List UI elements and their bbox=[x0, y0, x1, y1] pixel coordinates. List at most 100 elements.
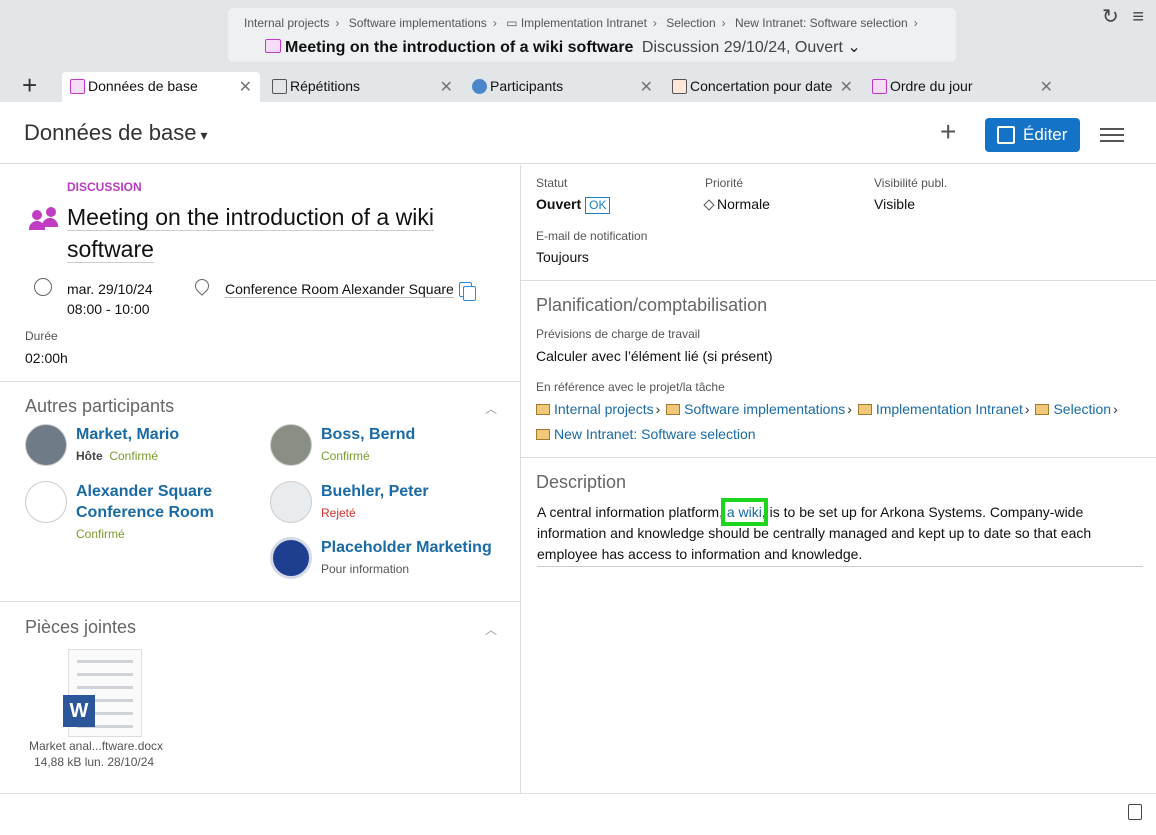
reference-link[interactable]: Internal projects bbox=[554, 401, 654, 417]
avatar bbox=[25, 424, 67, 466]
edit-button-label: Éditer bbox=[1023, 125, 1068, 144]
breadcrumb-item[interactable]: Software implementations bbox=[349, 16, 487, 30]
priority-icon bbox=[703, 199, 715, 211]
workload-label: Prévisions de charge de travail bbox=[536, 327, 701, 341]
close-icon[interactable]: ✕ bbox=[239, 77, 252, 97]
details-section: DISCUSSION Meeting on the introduction o… bbox=[0, 165, 520, 382]
top-bar: Internal projects › Software implementati… bbox=[0, 0, 1156, 70]
edit-button[interactable]: Éditer bbox=[985, 118, 1080, 152]
participant-status: Rejeté bbox=[321, 506, 356, 520]
participant-status: Pour information bbox=[321, 562, 410, 576]
reference-link[interactable]: New Intranet: Software selection bbox=[554, 426, 756, 442]
copy-icon[interactable] bbox=[459, 282, 476, 301]
tab-repetitions[interactable]: Répétitions ✕ bbox=[264, 72, 461, 102]
email-value: Toujours bbox=[536, 249, 589, 265]
folder-icon bbox=[857, 404, 872, 415]
status-section: Statut Ouvert OK Priorité Normale Visibil… bbox=[521, 165, 1156, 281]
priority-label: Priorité bbox=[705, 176, 744, 190]
participant-status: Hôte Confirmé bbox=[76, 449, 159, 463]
participant-name[interactable]: Boss, Bernd bbox=[321, 424, 415, 445]
participants-title: Autres participants bbox=[25, 396, 175, 416]
tab-label: Ordre du jour bbox=[890, 78, 973, 94]
project-icon bbox=[666, 404, 681, 415]
date-value: mar. 29/10/24 bbox=[67, 281, 153, 297]
menu-icon[interactable]: ≡ bbox=[1132, 6, 1144, 28]
tab-label: Données de base bbox=[88, 78, 198, 94]
status-badge: OK bbox=[585, 197, 611, 214]
project-icon bbox=[536, 404, 550, 415]
participant-name[interactable]: Placeholder Marketing bbox=[321, 537, 492, 558]
location-value[interactable]: Conference Room Alexander Square bbox=[225, 281, 454, 298]
avatar bbox=[270, 537, 312, 579]
tab-participants[interactable]: Participants ✕ bbox=[464, 72, 661, 102]
exit-icon[interactable] bbox=[1128, 804, 1142, 820]
breadcrumb-item[interactable]: Selection bbox=[666, 16, 715, 30]
breadcrumb: Internal projects › Software implementati… bbox=[244, 16, 918, 30]
wiki-link[interactable]: a wiki bbox=[720, 498, 768, 526]
breadcrumb-item[interactable]: New Intranet: Software selection bbox=[735, 16, 908, 30]
close-icon[interactable]: ✕ bbox=[840, 77, 853, 97]
workload-value: Calculer avec l’élément lié (si présent) bbox=[536, 348, 773, 364]
participants-icon bbox=[472, 79, 487, 94]
tab-ordre-du-jour[interactable]: Ordre du jour ✕ bbox=[864, 72, 1061, 102]
close-icon[interactable]: ✕ bbox=[640, 77, 653, 97]
time-value: 08:00 - 10:00 bbox=[67, 301, 150, 317]
tab-label: Répétitions bbox=[290, 78, 361, 94]
reference-link[interactable]: Selection bbox=[1053, 401, 1111, 417]
settings-icon[interactable] bbox=[1100, 124, 1124, 146]
visibility-value: Visible bbox=[874, 196, 915, 212]
participant-status: Confirmé bbox=[76, 527, 125, 541]
add-tab-button[interactable]: + bbox=[22, 72, 37, 98]
close-icon[interactable]: ✕ bbox=[1040, 77, 1053, 97]
tab-label: Participants bbox=[490, 78, 564, 94]
folder-icon: ▭ bbox=[506, 16, 521, 30]
participant-name[interactable]: Alexander Square Conference Room bbox=[76, 481, 226, 523]
location-pin-icon bbox=[192, 276, 212, 296]
participant-name[interactable]: Market, Mario bbox=[76, 424, 179, 445]
tab-concertation[interactable]: Concertation pour date ✕ bbox=[664, 72, 861, 102]
tab-donnees-de-base[interactable]: Données de base ✕ bbox=[62, 72, 260, 102]
close-icon[interactable]: ✕ bbox=[440, 77, 453, 97]
top-icons: ↻ ≡ bbox=[1094, 4, 1144, 29]
description-text: A central information platform, a wiki, … bbox=[537, 498, 1143, 567]
tab-bar: + Données de base ✕ Répétitions ✕ Partic… bbox=[0, 70, 1156, 102]
refresh-icon[interactable]: ↻ bbox=[1102, 6, 1119, 28]
page-header: Données de base ▾ + Éditer bbox=[0, 102, 1156, 164]
status-value: Ouvert OK bbox=[536, 196, 611, 214]
folder-icon bbox=[1035, 404, 1050, 415]
clock-icon bbox=[34, 278, 52, 296]
visibility-label: Visibilité publ. bbox=[874, 176, 948, 190]
calendar-icon bbox=[70, 79, 85, 94]
participant-name[interactable]: Buehler, Peter bbox=[321, 481, 429, 502]
avatar bbox=[270, 424, 312, 466]
attachment-meta: 14,88 kB lun. 28/10/24 bbox=[34, 755, 155, 769]
discussion-icon bbox=[265, 39, 281, 53]
breadcrumb-item[interactable]: Internal projects bbox=[244, 16, 329, 30]
description-title: Description bbox=[536, 472, 627, 492]
breadcrumb-box: Internal projects › Software implementati… bbox=[228, 8, 956, 62]
header-title-line[interactable]: Meeting on the introduction of a wiki so… bbox=[265, 37, 861, 57]
view-selector[interactable]: Données de base ▾ bbox=[24, 120, 208, 146]
chevron-down-icon[interactable]: ⌄ bbox=[847, 39, 860, 56]
reference-link[interactable]: Implementation Intranet bbox=[876, 401, 1023, 417]
add-button[interactable]: + bbox=[940, 116, 956, 148]
breadcrumb-item[interactable]: Implementation Intranet bbox=[521, 16, 647, 30]
collapse-icon[interactable]: ︿ bbox=[485, 400, 497, 417]
date-time: mar. 29/10/24 08:00 - 10:00 bbox=[67, 279, 153, 319]
reference-link[interactable]: Software implementations bbox=[684, 401, 845, 417]
edit-icon bbox=[997, 126, 1015, 144]
task-icon bbox=[536, 429, 550, 440]
agenda-icon bbox=[872, 79, 887, 94]
status-label: Statut bbox=[536, 176, 568, 190]
duration-value: 02:00h bbox=[25, 350, 68, 366]
email-label: E-mail de notification bbox=[536, 229, 648, 243]
collapse-icon[interactable]: ︿ bbox=[485, 621, 497, 638]
item-title: Meeting on the introduction of a wiki so… bbox=[67, 204, 434, 263]
left-column: DISCUSSION Meeting on the introduction o… bbox=[0, 165, 521, 793]
reference-path-last: New Intranet: Software selection bbox=[536, 426, 756, 442]
reference-label: En référence avec le projet/la tâche bbox=[536, 380, 725, 394]
duration-label: Durée bbox=[25, 329, 58, 343]
reference-path: Internal projects › Software implementati… bbox=[536, 401, 1120, 417]
attachment-name[interactable]: Market anal...ftware.docx bbox=[29, 739, 163, 753]
calendar-check-icon bbox=[672, 79, 687, 94]
